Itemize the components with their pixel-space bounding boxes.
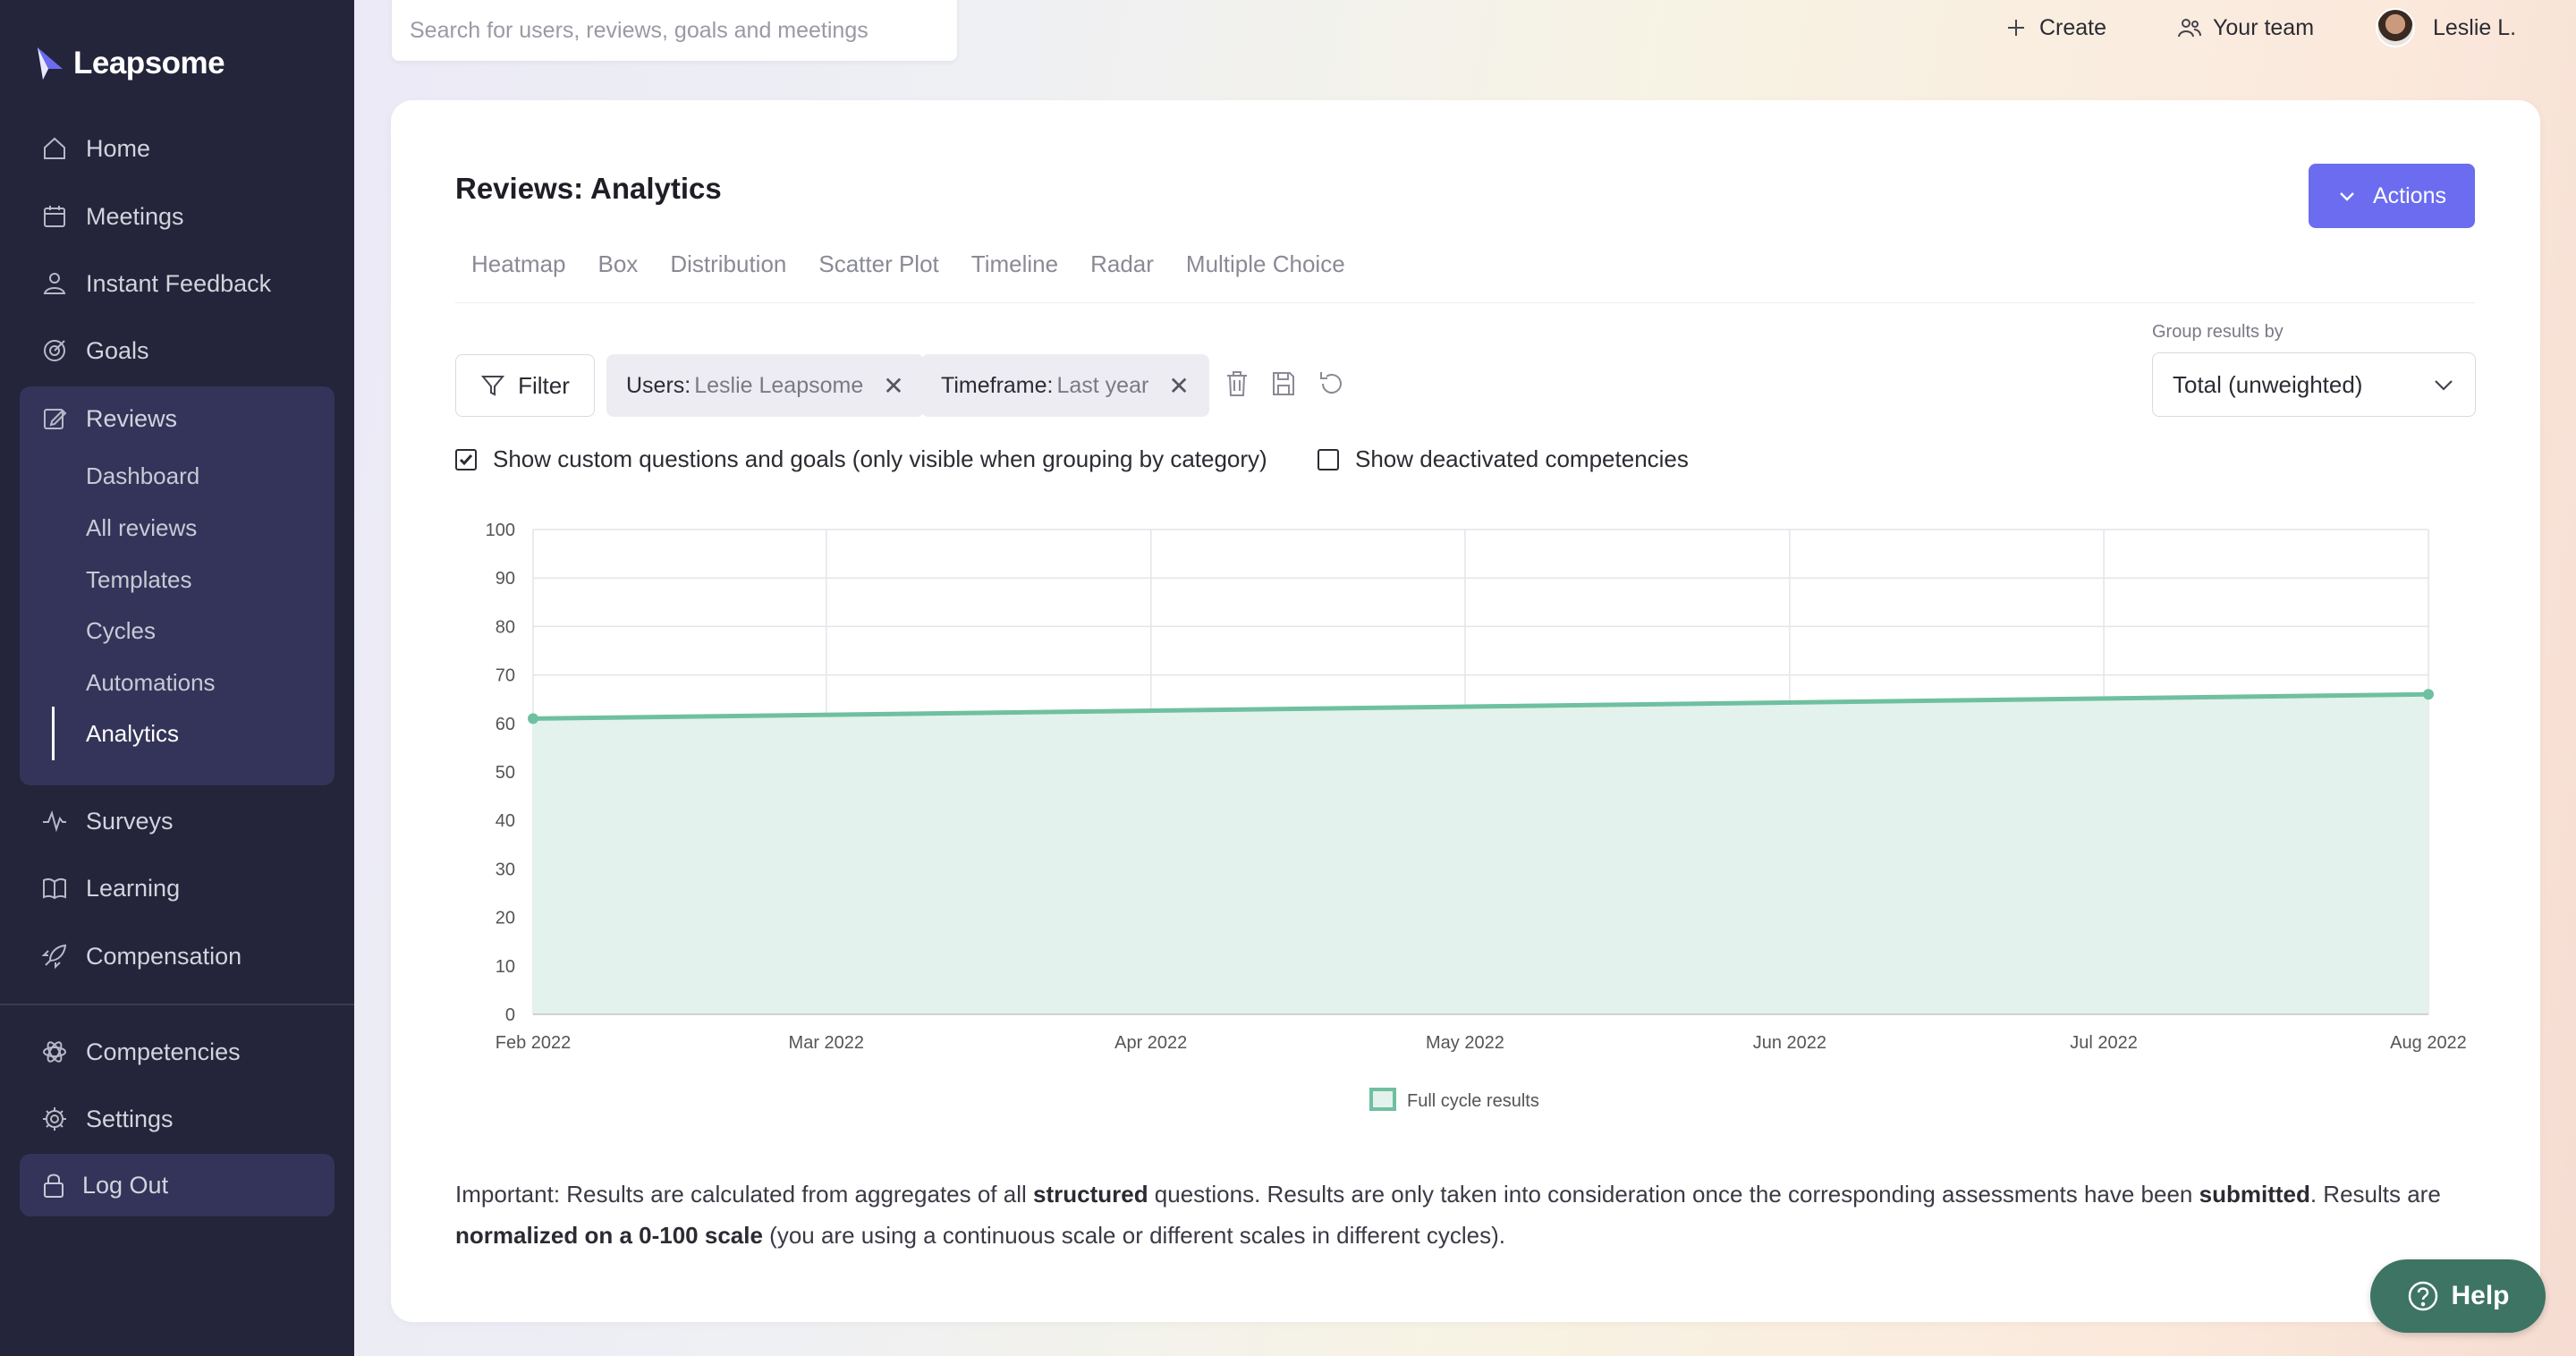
note-bold: submitted <box>2199 1181 2310 1208</box>
timeline-chart: 0 10 20 30 40 50 60 70 80 90 100 Feb 2022 Mar 2022 Ap… <box>486 521 2467 1111</box>
sidebar-item-label: Compensation <box>86 942 242 970</box>
sidebar-sub-cycles[interactable]: Cycles <box>86 613 156 648</box>
x-tick-label: Apr 2022 <box>1114 1033 1187 1053</box>
sidebar-item-label: Home <box>86 134 151 162</box>
y-tick-label: 90 <box>496 569 515 589</box>
search-placeholder: Search for users, reviews, goals and mee… <box>410 17 869 43</box>
leapsome-logo[interactable]: Leapsome <box>36 41 225 86</box>
active-indicator <box>52 707 55 760</box>
gear-icon <box>43 1107 66 1131</box>
legend-swatch <box>1369 1088 1396 1111</box>
your-team-label: Your team <box>2213 14 2315 40</box>
y-tick-label: 30 <box>496 860 515 879</box>
y-tick-label: 100 <box>486 521 515 540</box>
x-tick-label: Aug 2022 <box>2390 1033 2467 1053</box>
book-icon <box>43 877 66 900</box>
sidebar-sub-analytics[interactable]: Analytics <box>86 716 179 751</box>
sidebar-divider <box>0 1004 354 1005</box>
calendar-icon <box>44 206 65 227</box>
sidebar-item-home[interactable]: Home <box>20 119 335 178</box>
note-text: questions. Results are only taken into c… <box>1148 1181 2199 1208</box>
search-input[interactable]: Search for users, reviews, goals and mee… <box>392 0 957 61</box>
pulse-icon <box>43 809 66 833</box>
sidebar-item-settings[interactable]: Settings <box>20 1089 335 1148</box>
team-icon <box>2178 19 2201 38</box>
note-bold: normalized on a 0-100 scale <box>455 1222 763 1249</box>
help-label: Help <box>2451 1281 2510 1310</box>
logo-text: Leapsome <box>73 46 225 81</box>
help-icon <box>2409 1281 2438 1311</box>
create-label: Create <box>2039 14 2107 40</box>
results-note: Important: Results are calculated from a… <box>455 1174 2479 1256</box>
sidebar-item-label: Reviews <box>86 404 178 432</box>
x-tick-label: Feb 2022 <box>496 1033 572 1053</box>
sidebar-item-goals[interactable]: Goals <box>20 321 335 380</box>
x-tick-label: Mar 2022 <box>789 1033 865 1053</box>
logout-label: Log Out <box>82 1171 169 1199</box>
home-icon <box>44 137 65 159</box>
sidebar-item-instant-feedback[interactable]: Instant Feedback <box>20 254 335 313</box>
atom-icon <box>43 1041 66 1063</box>
your-team-button[interactable]: Your team <box>2177 0 2314 55</box>
x-tick-label: Jul 2022 <box>2070 1033 2138 1053</box>
y-tick-label: 0 <box>505 1005 515 1025</box>
sidebar-item-label: Learning <box>86 874 181 902</box>
sidebar-sub-automations[interactable]: Automations <box>86 665 216 700</box>
sidebar-item-label: Competencies <box>86 1038 241 1065</box>
sidebar-sub-all-reviews[interactable]: All reviews <box>86 510 197 546</box>
sidebar-item-surveys[interactable]: Surveys <box>20 792 335 851</box>
user-menu[interactable]: Leslie L. <box>2376 0 2516 55</box>
y-tick-label: 60 <box>496 715 515 734</box>
user-name: Leslie L. <box>2433 14 2517 40</box>
lock-icon <box>44 1174 64 1198</box>
sidebar-item-reviews[interactable]: Reviews <box>20 389 335 448</box>
sidebar-sub-dashboard[interactable]: Dashboard <box>86 458 199 494</box>
logout-button[interactable]: Log Out <box>20 1154 335 1216</box>
legend-label: Full cycle results <box>1407 1091 1539 1111</box>
y-tick-label: 10 <box>496 957 515 977</box>
x-tick-label: May 2022 <box>1426 1033 1504 1053</box>
analytics-card: Reviews: Analytics Actions Heatmap Box D… <box>391 100 2540 1322</box>
help-button[interactable]: Help <box>2370 1259 2546 1333</box>
target-icon <box>44 340 65 361</box>
sidebar-item-competencies[interactable]: Competencies <box>20 1022 335 1081</box>
feedback-icon <box>43 273 66 294</box>
sidebar-item-label: Instant Feedback <box>86 269 272 297</box>
note-text: Important: Results are calculated from a… <box>455 1181 1033 1208</box>
data-point <box>2423 689 2434 700</box>
sidebar-item-learning[interactable]: Learning <box>20 859 335 918</box>
y-tick-label: 80 <box>496 617 515 637</box>
area-fill <box>533 694 2428 1014</box>
rocket-icon <box>41 944 67 970</box>
y-tick-label: 70 <box>496 666 515 686</box>
data-point <box>528 713 538 725</box>
create-button[interactable]: Create <box>2004 0 2106 55</box>
sidebar-item-meetings[interactable]: Meetings <box>20 187 335 246</box>
note-bold: structured <box>1033 1181 1148 1208</box>
sidebar-item-label: Goals <box>86 336 149 364</box>
sidebar-item-compensation[interactable]: Compensation <box>20 927 335 986</box>
y-tick-label: 50 <box>496 763 515 783</box>
sidebar-item-label: Meetings <box>86 202 184 230</box>
plus-icon <box>2008 20 2024 36</box>
leapsome-logo-icon <box>38 47 63 80</box>
edit-icon <box>44 409 67 429</box>
x-tick-label: Jun 2022 <box>1753 1033 1826 1053</box>
y-tick-label: 20 <box>496 909 515 928</box>
note-text: . Results are <box>2309 1181 2441 1208</box>
sidebar-item-label: Settings <box>86 1105 174 1132</box>
sidebar: Leapsome Home Meetings Instant Feedback … <box>0 0 354 1356</box>
note-text: (you are using a continuous scale or dif… <box>762 1222 1505 1249</box>
sidebar-item-label: Surveys <box>86 807 174 835</box>
sidebar-sub-templates[interactable]: Templates <box>86 562 192 597</box>
y-tick-label: 40 <box>496 811 515 831</box>
avatar <box>2376 8 2415 47</box>
